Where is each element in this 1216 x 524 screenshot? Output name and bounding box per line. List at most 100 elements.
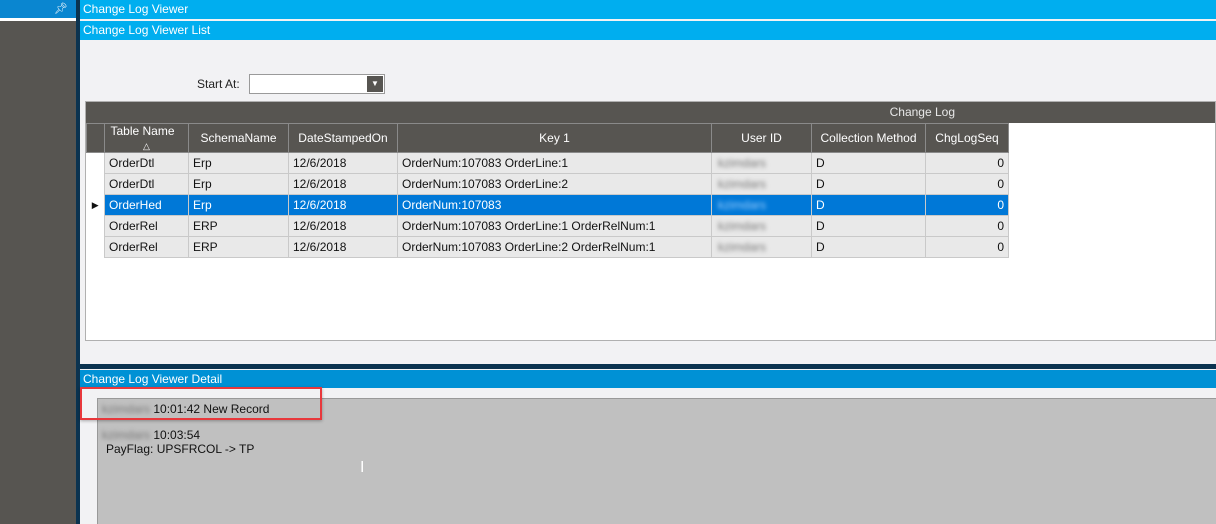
cell-value: ERP — [193, 219, 218, 233]
cell-value: 0 — [997, 177, 1004, 191]
sidebar-header: 📌︎ — [0, 0, 76, 18]
cell-value: Erp — [193, 198, 212, 212]
table-row[interactable]: OrderDtl Erp 12/6/2018 OrderNum:107083 Orde… — [86, 173, 1009, 195]
change-log-table: Table Name △ SchemaName DateStampedOn Key 1… — [86, 123, 1009, 258]
table-row[interactable]: OrderRel ERP 12/6/2018 OrderNum:107083 Orde… — [86, 215, 1009, 237]
column-header[interactable]: SchemaName — [188, 123, 289, 153]
table-cell[interactable]: D — [811, 152, 926, 174]
user-id: kzimdars — [102, 428, 151, 442]
column-header[interactable]: Table Name △ — [104, 123, 189, 153]
cell-value: ERP — [193, 240, 218, 254]
table-row[interactable]: OrderRel ERP 12/6/2018 OrderNum:107083 Orde… — [86, 236, 1009, 258]
chevron-down-icon[interactable]: ▼ — [367, 76, 383, 92]
change-log-grid[interactable]: Change Log Table Name △ SchemaName DateSta… — [85, 101, 1216, 341]
table-cell[interactable]: OrderRel — [104, 215, 189, 237]
table-cell[interactable]: kzimdars — [711, 173, 812, 195]
detail-panel-title: Change Log Viewer Detail — [80, 370, 1216, 388]
table-cell[interactable]: OrderHed — [104, 194, 189, 216]
table-row[interactable]: ▶ OrderHed Erp 12/6/2018 OrderNum:107083 kzim… — [86, 194, 1009, 216]
cell-value: 12/6/2018 — [293, 156, 347, 170]
cell-value: D — [816, 240, 825, 254]
table-cell[interactable]: kzimdars — [711, 194, 812, 216]
table-cell[interactable]: OrderRel — [104, 236, 189, 258]
table-cell[interactable]: OrderNum:107083 — [397, 194, 712, 216]
cell-value: D — [816, 177, 825, 191]
table-cell[interactable]: OrderNum:107083 OrderLine:2 — [397, 173, 712, 195]
column-header-label: Collection Method — [820, 131, 917, 145]
column-header-label: SchemaName — [200, 131, 277, 145]
start-at-label: Start At: — [197, 77, 240, 91]
start-at-dropdown[interactable]: ▼ — [249, 74, 385, 94]
cell-value: 12/6/2018 — [293, 219, 347, 233]
column-header[interactable]: ChgLogSeq — [925, 123, 1009, 153]
table-cell[interactable]: 12/6/2018 — [288, 173, 398, 195]
cell-value: D — [816, 219, 825, 233]
entry-text: 10:03:54 — [153, 428, 201, 442]
table-cell[interactable]: OrderDtl — [104, 173, 189, 195]
row-indicator[interactable] — [86, 152, 105, 174]
table-cell[interactable]: 0 — [925, 215, 1009, 237]
splitter[interactable] — [76, 0, 80, 524]
column-header-label: Key 1 — [539, 131, 570, 145]
table-cell[interactable]: 12/6/2018 — [288, 152, 398, 174]
text-cursor-icon: I — [360, 459, 365, 476]
table-cell[interactable]: 0 — [925, 173, 1009, 195]
list-panel-title: Change Log Viewer List — [80, 21, 1216, 40]
table-cell[interactable]: 0 — [925, 194, 1009, 216]
row-indicator[interactable] — [86, 173, 105, 195]
column-header[interactable]: Collection Method — [811, 123, 926, 153]
cell-value: kzimdars — [718, 198, 767, 212]
table-cell[interactable]: D — [811, 215, 926, 237]
cell-value: kzimdars — [718, 156, 767, 170]
cell-value: D — [816, 198, 825, 212]
divider — [0, 18, 76, 21]
cell-value: OrderNum:107083 OrderLine:2 — [402, 177, 569, 191]
row-indicator[interactable] — [86, 215, 105, 237]
table-cell[interactable]: kzimdars — [711, 236, 812, 258]
cell-value: OrderNum:107083 OrderLine:1 — [402, 156, 569, 170]
table-cell[interactable]: OrderDtl — [104, 152, 189, 174]
cell-value: Erp — [193, 177, 212, 191]
cell-value: OrderDtl — [109, 156, 155, 170]
cell-value: kzimdars — [718, 177, 767, 191]
sort-ascending-icon: △ — [143, 141, 150, 151]
column-header-label: ChgLogSeq — [935, 131, 999, 145]
table-cell[interactable]: ERP — [188, 236, 289, 258]
row-indicator[interactable]: ▶ — [86, 194, 105, 216]
table-cell[interactable]: OrderNum:107083 OrderLine:1 — [397, 152, 712, 174]
table-cell[interactable]: 12/6/2018 — [288, 194, 398, 216]
table-cell[interactable]: OrderNum:107083 OrderLine:2 OrderRelNum:… — [397, 236, 712, 258]
cell-value: 12/6/2018 — [293, 198, 347, 212]
window-title: Change Log Viewer — [80, 0, 1216, 19]
row-indicator[interactable] — [86, 236, 105, 258]
cell-value: 0 — [997, 240, 1004, 254]
table-cell[interactable]: 0 — [925, 236, 1009, 258]
table-cell[interactable]: ERP — [188, 215, 289, 237]
cell-value: 12/6/2018 — [293, 177, 347, 191]
cell-value: OrderNum:107083 — [402, 198, 502, 212]
pin-icon[interactable]: 📌︎ — [54, 3, 68, 15]
column-header[interactable]: User ID — [711, 123, 812, 153]
cell-value: Erp — [193, 156, 212, 170]
table-cell[interactable]: Erp — [188, 152, 289, 174]
table-cell[interactable]: kzimdars — [711, 215, 812, 237]
table-cell[interactable]: kzimdars — [711, 152, 812, 174]
column-header[interactable]: DateStampedOn — [288, 123, 398, 153]
table-cell[interactable]: D — [811, 236, 926, 258]
table-cell[interactable]: Erp — [188, 194, 289, 216]
detail-entry: kzimdars 10:03:54 — [102, 428, 200, 442]
cell-value: OrderRel — [109, 240, 158, 254]
table-cell[interactable]: Erp — [188, 173, 289, 195]
table-cell[interactable]: OrderNum:107083 OrderLine:1 OrderRelNum:… — [397, 215, 712, 237]
cell-value: 0 — [997, 219, 1004, 233]
table-cell[interactable]: 12/6/2018 — [288, 215, 398, 237]
column-header[interactable]: Key 1 — [397, 123, 712, 153]
column-header-label: Table Name — [110, 124, 175, 138]
panel-splitter[interactable] — [80, 364, 1216, 369]
table-cell[interactable]: D — [811, 173, 926, 195]
table-cell[interactable]: 12/6/2018 — [288, 236, 398, 258]
table-cell[interactable]: 0 — [925, 152, 1009, 174]
table-row[interactable]: OrderDtl Erp 12/6/2018 OrderNum:107083 Orde… — [86, 152, 1009, 174]
table-cell[interactable]: D — [811, 194, 926, 216]
current-row-arrow-icon: ▶ — [91, 199, 99, 210]
